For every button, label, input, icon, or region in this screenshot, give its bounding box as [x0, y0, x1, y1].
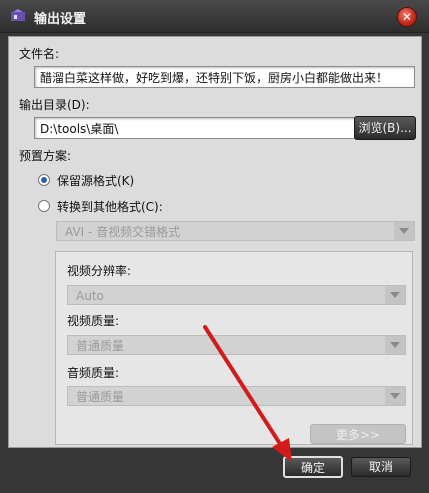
- format-select[interactable]: AVI - 音视频交错格式: [56, 221, 415, 241]
- app-logo-icon: [11, 9, 25, 21]
- chevron-down-icon: [385, 336, 405, 354]
- keep-source-radio[interactable]: [38, 174, 50, 186]
- advanced-settings-panel: 视频分辨率: Auto 视频质量: 普通质量 音频质量: 普通质量: [55, 251, 413, 445]
- keep-source-label: 保留源格式(K): [57, 174, 135, 188]
- video-quality-label: 视频质量:: [67, 314, 120, 328]
- more-button[interactable]: 更多>>: [310, 424, 406, 444]
- convert-format-radio[interactable]: [38, 200, 50, 212]
- chevron-down-icon: [394, 222, 414, 240]
- chevron-down-icon: [385, 387, 405, 405]
- video-resolution-label: 视频分辨率:: [67, 264, 132, 278]
- audio-quality-label: 音频质量:: [67, 366, 120, 380]
- close-icon: ✕: [401, 10, 413, 24]
- title-bar: 输出设置 ✕: [0, 0, 429, 33]
- format-select-value: AVI - 音视频交错格式: [65, 225, 181, 239]
- video-resolution-value: Auto: [76, 289, 104, 303]
- window-title: 输出设置: [34, 12, 87, 27]
- browse-button[interactable]: 浏览(B)...: [354, 116, 416, 140]
- cancel-button[interactable]: 取消: [351, 457, 411, 477]
- video-resolution-select[interactable]: Auto: [67, 285, 406, 305]
- audio-quality-select[interactable]: 普通质量: [67, 386, 406, 406]
- output-dir-label: 输出目录(D):: [19, 98, 90, 112]
- convert-format-label: 转换到其他格式(C):: [57, 200, 163, 214]
- file-name-label: 文件名:: [19, 47, 60, 61]
- close-button[interactable]: ✕: [397, 7, 417, 27]
- output-dir-input[interactable]: D:\tools\桌面\: [34, 117, 356, 139]
- output-settings-dialog: 输出设置 ✕ 文件名: 醋溜白菜这样做，好吃到爆，还特别下饭，厨房小白都能做出来…: [0, 0, 429, 493]
- video-quality-select[interactable]: 普通质量: [67, 335, 406, 355]
- file-name-input[interactable]: 醋溜白菜这样做，好吃到爆，还特别下饭，厨房小白都能做出来！: [34, 66, 415, 88]
- chevron-down-icon: [385, 286, 405, 304]
- preset-label: 预置方案:: [19, 149, 72, 163]
- ok-button[interactable]: 确定: [283, 456, 343, 478]
- video-quality-value: 普通质量: [76, 339, 125, 353]
- audio-quality-value: 普通质量: [76, 390, 125, 404]
